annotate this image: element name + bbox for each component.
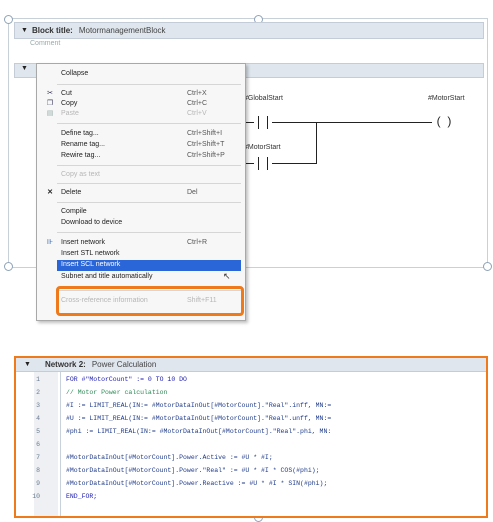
menu-item-insert-network[interactable]: ⊪ Insert network Ctrl+R — [37, 238, 245, 249]
line-number: 9 — [36, 480, 40, 487]
resize-handle[interactable] — [4, 15, 13, 24]
code-line[interactable]: FOR #"MotorCount" := 0 TO 10 DO — [66, 376, 187, 383]
code-line[interactable]: #MotorDataInOut[#MotorCount].Power.Activ… — [66, 454, 273, 461]
collapse-triangle-icon[interactable]: ▼ — [21, 27, 28, 34]
contact-2-tag[interactable]: #MotorStart — [244, 144, 281, 151]
code-line[interactable]: #I := LIMIT_REAL(IN:= #MotorDataInOut[#M… — [66, 402, 331, 409]
block-title-label: Block title: — [31, 26, 73, 35]
menu-item-paste[interactable]: ▤ Paste Ctrl+V — [37, 109, 245, 120]
resize-handle[interactable] — [483, 262, 492, 271]
code-line[interactable]: #phi := LIMIT_REAL(IN:= #MotorDataInOut[… — [66, 428, 331, 435]
menu-item-define-tag[interactable]: Define tag... Ctrl+Shift+I — [37, 129, 245, 140]
network-2-header[interactable]: ▼ Network 2: Power Calculation — [16, 358, 486, 372]
code-line[interactable]: #MotorDataInOut[#MotorCount].Power.React… — [66, 480, 327, 487]
line-number: 1 — [36, 376, 40, 383]
code-line[interactable]: #U := LIMIT_REAL(IN:= #MotorDataInOut[#M… — [66, 415, 331, 422]
menu-item-rewire-tag[interactable]: Rewire tag... Ctrl+Shift+P — [37, 151, 245, 162]
menu-item-delete[interactable]: ✕ Delete Del — [37, 188, 245, 199]
coil-motor-start[interactable]: ( ) — [432, 115, 456, 130]
menu-item-download-to-device[interactable]: Download to device — [37, 218, 245, 229]
rung-branch — [316, 122, 317, 164]
block-title-value[interactable]: MotormanagementBlock — [79, 26, 166, 35]
menu-item-compile[interactable]: Compile — [37, 207, 245, 218]
code-line[interactable]: // Motor Power calculation — [66, 389, 167, 396]
network-2-label: Network 2: — [44, 360, 86, 369]
network-2-title[interactable]: Power Calculation — [92, 360, 156, 369]
context-menu: Collapse ✂ Cut Ctrl+X ❐ Copy Ctrl+C ▤ Pa… — [36, 63, 246, 321]
line-number: 4 — [36, 415, 40, 422]
collapse-triangle-icon[interactable]: ▼ — [21, 65, 28, 72]
menu-item-rename-tag[interactable]: Rename tag... Ctrl+Shift+T — [37, 140, 245, 151]
block-comment[interactable]: Comment — [30, 40, 60, 47]
menu-item-copy-as-text[interactable]: Copy as text — [37, 170, 245, 181]
code-line[interactable]: END_FOR; — [66, 493, 97, 500]
menu-item-insert-scl-network[interactable]: Insert SCL network — [57, 260, 241, 271]
resize-handle[interactable] — [4, 262, 13, 271]
scl-code-editor[interactable]: 1 FOR #"MotorCount" := 0 TO 10 DO 2 // M… — [16, 372, 486, 516]
line-number: 6 — [36, 441, 40, 448]
line-number: 3 — [36, 402, 40, 409]
contact-motor-start[interactable] — [254, 157, 272, 170]
menu-item-collapse[interactable]: Collapse — [37, 69, 245, 80]
collapse-triangle-icon[interactable]: ▼ — [24, 361, 31, 368]
line-number: 10 — [32, 493, 40, 500]
contact-1-tag[interactable]: #GlobalStart — [244, 95, 283, 102]
mouse-cursor-icon: ↖ — [223, 271, 231, 281]
line-number: 7 — [36, 454, 40, 461]
cut-icon: ✂ — [47, 90, 53, 97]
rung-line — [244, 122, 450, 123]
line-number: 8 — [36, 467, 40, 474]
line-number: 5 — [36, 428, 40, 435]
highlight-box — [56, 286, 244, 316]
coil-tag[interactable]: #MotorStart — [428, 95, 465, 102]
paste-icon: ▤ — [46, 110, 54, 117]
menu-item-insert-stl-network[interactable]: Insert STL network — [37, 249, 245, 260]
contact-global-start[interactable] — [254, 116, 272, 129]
copy-icon: ❐ — [46, 100, 54, 107]
code-line[interactable]: #MotorDataInOut[#MotorCount].Power."Real… — [66, 467, 320, 474]
block-title-bar[interactable]: ▼ Block title: MotormanagementBlock — [14, 22, 484, 39]
line-number: 2 — [36, 389, 40, 396]
insert-network-icon: ⊪ — [46, 239, 54, 246]
delete-icon: ✕ — [47, 189, 53, 196]
menu-item-subnet-title[interactable]: Subnet and title automatically ↖ — [37, 271, 245, 283]
